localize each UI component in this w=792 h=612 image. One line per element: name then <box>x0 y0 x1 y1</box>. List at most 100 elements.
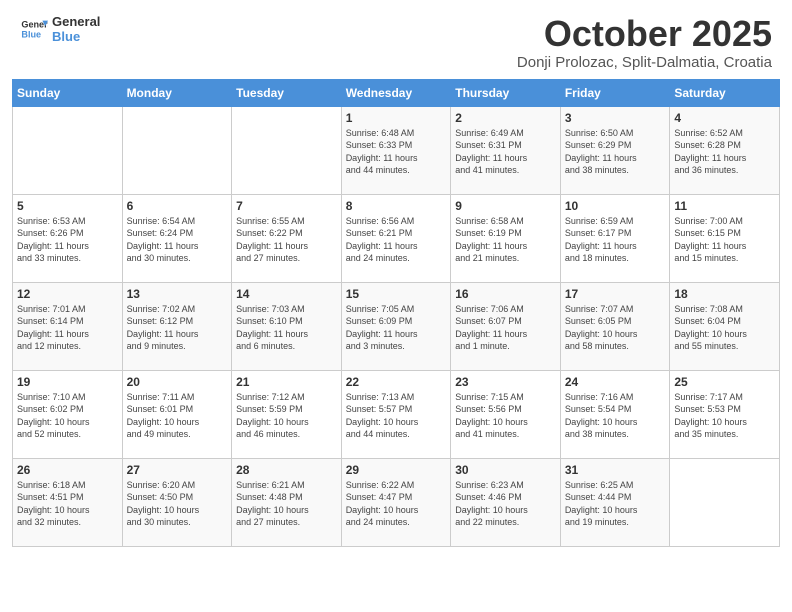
day-cell: 24Sunrise: 7:16 AM Sunset: 5:54 PM Dayli… <box>560 370 670 458</box>
logo-general-text: General <box>52 14 100 29</box>
day-number: 16 <box>455 287 556 301</box>
day-number: 24 <box>565 375 666 389</box>
header-row: Sunday Monday Tuesday Wednesday Thursday… <box>13 79 780 106</box>
page: General Blue General Blue October 2025 D… <box>0 0 792 612</box>
day-info: Sunrise: 7:15 AM Sunset: 5:56 PM Dayligh… <box>455 391 556 441</box>
day-number: 26 <box>17 463 118 477</box>
day-cell: 6 Sunrise: 6:54 AM Sunset: 6:24 PM Daylig… <box>122 194 232 282</box>
day-cell: 10 Sunrise: 6:59 AM Sunset: 6:17 PM Dayli… <box>560 194 670 282</box>
day-cell: 1Sunrise: 6:48 AM Sunset: 6:33 PM Daylig… <box>341 106 451 194</box>
logo: General Blue General Blue <box>20 14 100 44</box>
day-cell: 15 Sunrise: 7:05 AM Sunset: 6:09 PM Dayli… <box>341 282 451 370</box>
day-cell: 18Sunrise: 7:08 AM Sunset: 6:04 PM Dayli… <box>670 282 780 370</box>
day-info: Sunrise: 7:13 AM Sunset: 5:57 PM Dayligh… <box>346 391 447 441</box>
day-cell: 31 Sunrise: 6:25 AM Sunset: 4:44 PM Dayli… <box>560 458 670 546</box>
calendar-table: Sunday Monday Tuesday Wednesday Thursday… <box>12 79 780 547</box>
day-info: Sunrise: 7:05 AM Sunset: 6:09 PM Dayligh… <box>346 303 447 353</box>
col-saturday: Saturday <box>670 79 780 106</box>
day-number: 6 <box>127 199 228 213</box>
day-info: Sunrise: 7:00 AM Sunset: 6:15 PM Dayligh… <box>674 215 775 265</box>
day-number: 3 <box>565 111 666 125</box>
day-number: 31 <box>565 463 666 477</box>
day-info: Sunrise: 6:58 AM Sunset: 6:19 PM Dayligh… <box>455 215 556 265</box>
day-number: 7 <box>236 199 337 213</box>
day-cell: 28Sunrise: 6:21 AM Sunset: 4:48 PM Dayli… <box>232 458 342 546</box>
day-number: 17 <box>565 287 666 301</box>
calendar-body: 1Sunrise: 6:48 AM Sunset: 6:33 PM Daylig… <box>13 106 780 546</box>
day-cell <box>232 106 342 194</box>
day-info: Sunrise: 7:03 AM Sunset: 6:10 PM Dayligh… <box>236 303 337 353</box>
calendar-header: Sunday Monday Tuesday Wednesday Thursday… <box>13 79 780 106</box>
day-cell: 29 Sunrise: 6:22 AM Sunset: 4:47 PM Dayli… <box>341 458 451 546</box>
day-info: Sunrise: 6:50 AM Sunset: 6:29 PM Dayligh… <box>565 127 666 177</box>
day-info: Sunrise: 6:54 AM Sunset: 6:24 PM Dayligh… <box>127 215 228 265</box>
logo-blue-text: Blue <box>52 29 100 44</box>
day-number: 19 <box>17 375 118 389</box>
day-cell <box>670 458 780 546</box>
day-number: 21 <box>236 375 337 389</box>
day-number: 14 <box>236 287 337 301</box>
day-number: 13 <box>127 287 228 301</box>
day-cell: 14 Sunrise: 7:03 AM Sunset: 6:10 PM Dayli… <box>232 282 342 370</box>
day-cell: 23 Sunrise: 7:15 AM Sunset: 5:56 PM Dayli… <box>451 370 561 458</box>
day-cell <box>122 106 232 194</box>
day-info: Sunrise: 7:11 AM Sunset: 6:01 PM Dayligh… <box>127 391 228 441</box>
col-sunday: Sunday <box>13 79 123 106</box>
month-title: October 2025 <box>517 14 772 54</box>
day-number: 23 <box>455 375 556 389</box>
day-info: Sunrise: 7:08 AM Sunset: 6:04 PM Dayligh… <box>674 303 775 353</box>
day-cell: 7Sunrise: 6:55 AM Sunset: 6:22 PM Daylig… <box>232 194 342 282</box>
day-info: Sunrise: 7:17 AM Sunset: 5:53 PM Dayligh… <box>674 391 775 441</box>
day-cell: 16 Sunrise: 7:06 AM Sunset: 6:07 PM Dayli… <box>451 282 561 370</box>
day-cell: 27 Sunrise: 6:20 AM Sunset: 4:50 PM Dayli… <box>122 458 232 546</box>
day-cell: 12Sunrise: 7:01 AM Sunset: 6:14 PM Dayli… <box>13 282 123 370</box>
day-cell: 30Sunrise: 6:23 AM Sunset: 4:46 PM Dayli… <box>451 458 561 546</box>
week-row-1: 1Sunrise: 6:48 AM Sunset: 6:33 PM Daylig… <box>13 106 780 194</box>
day-number: 10 <box>565 199 666 213</box>
day-cell: 21Sunrise: 7:12 AM Sunset: 5:59 PM Dayli… <box>232 370 342 458</box>
day-cell: 2Sunrise: 6:49 AM Sunset: 6:31 PM Daylig… <box>451 106 561 194</box>
day-info: Sunrise: 6:20 AM Sunset: 4:50 PM Dayligh… <box>127 479 228 529</box>
day-number: 4 <box>674 111 775 125</box>
week-row-2: 5Sunrise: 6:53 AM Sunset: 6:26 PM Daylig… <box>13 194 780 282</box>
day-number: 9 <box>455 199 556 213</box>
day-number: 8 <box>346 199 447 213</box>
svg-text:Blue: Blue <box>21 29 41 39</box>
location-title: Donji Prolozac, Split-Dalmatia, Croatia <box>517 54 772 71</box>
col-monday: Monday <box>122 79 232 106</box>
day-info: Sunrise: 6:56 AM Sunset: 6:21 PM Dayligh… <box>346 215 447 265</box>
day-info: Sunrise: 6:25 AM Sunset: 4:44 PM Dayligh… <box>565 479 666 529</box>
day-info: Sunrise: 7:06 AM Sunset: 6:07 PM Dayligh… <box>455 303 556 353</box>
day-info: Sunrise: 6:52 AM Sunset: 6:28 PM Dayligh… <box>674 127 775 177</box>
day-number: 27 <box>127 463 228 477</box>
col-friday: Friday <box>560 79 670 106</box>
col-thursday: Thursday <box>451 79 561 106</box>
day-number: 22 <box>346 375 447 389</box>
header: General Blue General Blue October 2025 D… <box>0 0 792 79</box>
day-info: Sunrise: 6:22 AM Sunset: 4:47 PM Dayligh… <box>346 479 447 529</box>
calendar: Sunday Monday Tuesday Wednesday Thursday… <box>0 79 792 612</box>
day-cell: 20 Sunrise: 7:11 AM Sunset: 6:01 PM Dayli… <box>122 370 232 458</box>
day-cell: 11Sunrise: 7:00 AM Sunset: 6:15 PM Dayli… <box>670 194 780 282</box>
day-number: 30 <box>455 463 556 477</box>
day-info: Sunrise: 7:02 AM Sunset: 6:12 PM Dayligh… <box>127 303 228 353</box>
week-row-5: 26 Sunrise: 6:18 AM Sunset: 4:51 PM Dayli… <box>13 458 780 546</box>
day-number: 1 <box>346 111 447 125</box>
day-number: 20 <box>127 375 228 389</box>
day-cell <box>13 106 123 194</box>
logo-icon: General Blue <box>20 15 48 43</box>
day-info: Sunrise: 6:18 AM Sunset: 4:51 PM Dayligh… <box>17 479 118 529</box>
day-info: Sunrise: 7:01 AM Sunset: 6:14 PM Dayligh… <box>17 303 118 353</box>
col-wednesday: Wednesday <box>341 79 451 106</box>
day-cell: 19Sunrise: 7:10 AM Sunset: 6:02 PM Dayli… <box>13 370 123 458</box>
day-info: Sunrise: 6:59 AM Sunset: 6:17 PM Dayligh… <box>565 215 666 265</box>
day-cell: 17Sunrise: 7:07 AM Sunset: 6:05 PM Dayli… <box>560 282 670 370</box>
title-block: October 2025 Donji Prolozac, Split-Dalma… <box>517 14 772 71</box>
day-cell: 3 Sunrise: 6:50 AM Sunset: 6:29 PM Daylig… <box>560 106 670 194</box>
day-number: 15 <box>346 287 447 301</box>
day-number: 29 <box>346 463 447 477</box>
day-cell: 22 Sunrise: 7:13 AM Sunset: 5:57 PM Dayli… <box>341 370 451 458</box>
day-number: 25 <box>674 375 775 389</box>
day-number: 28 <box>236 463 337 477</box>
day-number: 5 <box>17 199 118 213</box>
